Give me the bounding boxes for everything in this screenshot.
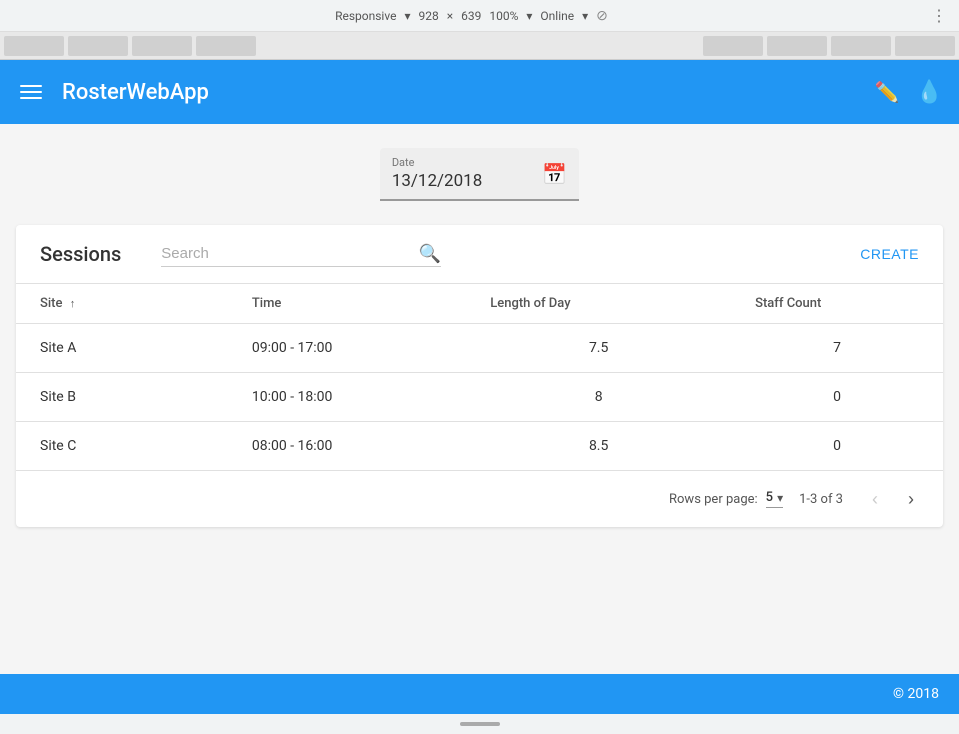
bottom-handle	[0, 714, 959, 734]
stop-icon[interactable]: ⊘	[596, 8, 608, 24]
rows-per-page-select[interactable]: 5 ▾	[766, 490, 783, 508]
hamburger-menu-button[interactable]	[16, 81, 46, 103]
table-row[interactable]: Site A 09:00 - 17:00 7.5 7	[16, 324, 943, 373]
main-content: Date 13/12/2018 📅 Sessions 🔍 CREATE Site	[0, 124, 959, 674]
toolbar-btn-1[interactable]	[4, 36, 64, 56]
col-header-staff[interactable]: Staff Count	[731, 284, 943, 324]
search-container: 🔍	[161, 241, 441, 267]
create-button[interactable]: CREATE	[860, 246, 919, 262]
table-body: Site A 09:00 - 17:00 7.5 7 Site B 10:00 …	[16, 324, 943, 471]
footer-copyright: © 2018	[893, 686, 939, 702]
cell-time-2: 08:00 - 16:00	[228, 422, 466, 471]
sessions-title: Sessions	[40, 242, 121, 266]
rows-count-value: 5	[766, 490, 773, 505]
handle-bar	[460, 722, 500, 726]
browser-height: 639	[461, 9, 481, 23]
browser-bar-center: Responsive ▾ 928 × 639 100% ▾ Online ▾ ⊘	[335, 8, 608, 24]
toolbar-btn-4[interactable]	[196, 36, 256, 56]
cell-site-2: Site C	[16, 422, 228, 471]
cell-site-0: Site A	[16, 324, 228, 373]
cell-length-2: 8.5	[466, 422, 731, 471]
calendar-icon[interactable]: 📅	[542, 162, 567, 186]
date-value: 13/12/2018	[392, 171, 482, 191]
col-header-time[interactable]: Time	[228, 284, 466, 324]
page-nav: ‹ ›	[859, 483, 927, 515]
zoom-dropdown-icon[interactable]: ▾	[526, 9, 532, 23]
date-label: Date	[392, 156, 482, 169]
page-info: 1-3 of 3	[799, 492, 843, 507]
header-left: RosterWebApp	[16, 80, 209, 105]
status-dropdown-icon[interactable]: ▾	[582, 9, 588, 23]
cell-staff-2: 0	[731, 422, 943, 471]
toolbar-btn-6[interactable]	[767, 36, 827, 56]
prev-page-button[interactable]: ‹	[859, 483, 891, 515]
table-row[interactable]: Site B 10:00 - 18:00 8 0	[16, 373, 943, 422]
dropdown-icon[interactable]: ▾	[404, 9, 410, 23]
rows-per-page-label: Rows per page:	[669, 492, 758, 507]
next-page-button[interactable]: ›	[895, 483, 927, 515]
cell-staff-1: 0	[731, 373, 943, 422]
rows-per-page-dropdown-icon[interactable]: ▾	[777, 491, 783, 505]
date-picker-container: Date 13/12/2018 📅	[16, 148, 943, 201]
browser-width: 928	[418, 9, 438, 23]
sessions-card: Sessions 🔍 CREATE Site ↑ Time Length of …	[16, 225, 943, 527]
zoom-level[interactable]: 100%	[489, 9, 518, 23]
toolbar-btn-8[interactable]	[895, 36, 955, 56]
table-header-row: Site ↑ Time Length of Day Staff Count	[16, 284, 943, 324]
more-menu-button[interactable]: ⋮	[931, 6, 947, 25]
pagination-row: Rows per page: 5 ▾ 1-3 of 3 ‹ ›	[16, 470, 943, 527]
browser-toolbar	[0, 32, 959, 60]
cell-length-0: 7.5	[466, 324, 731, 373]
header-right: ✏️ 💧	[875, 80, 943, 105]
rows-per-page: Rows per page: 5 ▾	[669, 490, 783, 508]
toolbar-btn-5[interactable]	[703, 36, 763, 56]
search-input[interactable]	[161, 241, 441, 267]
toolbar-btn-3[interactable]	[132, 36, 192, 56]
hamburger-line-2	[20, 91, 42, 93]
date-picker-content: Date 13/12/2018	[392, 156, 482, 191]
cell-time-0: 09:00 - 17:00	[228, 324, 466, 373]
toolbar-btn-7[interactable]	[831, 36, 891, 56]
table-row[interactable]: Site C 08:00 - 16:00 8.5 0	[16, 422, 943, 471]
app-header: RosterWebApp ✏️ 💧	[0, 60, 959, 124]
toolbar-btn-2[interactable]	[68, 36, 128, 56]
edit-icon[interactable]: ✏️	[875, 80, 900, 104]
cell-length-1: 8	[466, 373, 731, 422]
cell-time-1: 10:00 - 18:00	[228, 373, 466, 422]
responsive-label[interactable]: Responsive	[335, 9, 396, 23]
online-status[interactable]: Online	[540, 9, 574, 23]
hamburger-line-3	[20, 97, 42, 99]
col-header-site[interactable]: Site ↑	[16, 284, 228, 324]
browser-bar: Responsive ▾ 928 × 639 100% ▾ Online ▾ ⊘…	[0, 0, 959, 32]
search-icon: 🔍	[419, 244, 441, 265]
table-header: Site ↑ Time Length of Day Staff Count	[16, 284, 943, 324]
sort-icon-site[interactable]: ↑	[70, 297, 76, 310]
col-header-length[interactable]: Length of Day	[466, 284, 731, 324]
sessions-table: Site ↑ Time Length of Day Staff Count Si…	[16, 284, 943, 470]
hamburger-line-1	[20, 85, 42, 87]
sessions-header: Sessions 🔍 CREATE	[16, 225, 943, 284]
cell-site-1: Site B	[16, 373, 228, 422]
app-title: RosterWebApp	[62, 80, 209, 105]
app-footer: © 2018	[0, 674, 959, 714]
dimension-separator: ×	[447, 9, 453, 23]
water-drop-icon[interactable]: 💧	[916, 80, 943, 105]
date-picker[interactable]: Date 13/12/2018 📅	[380, 148, 579, 201]
cell-staff-0: 7	[731, 324, 943, 373]
